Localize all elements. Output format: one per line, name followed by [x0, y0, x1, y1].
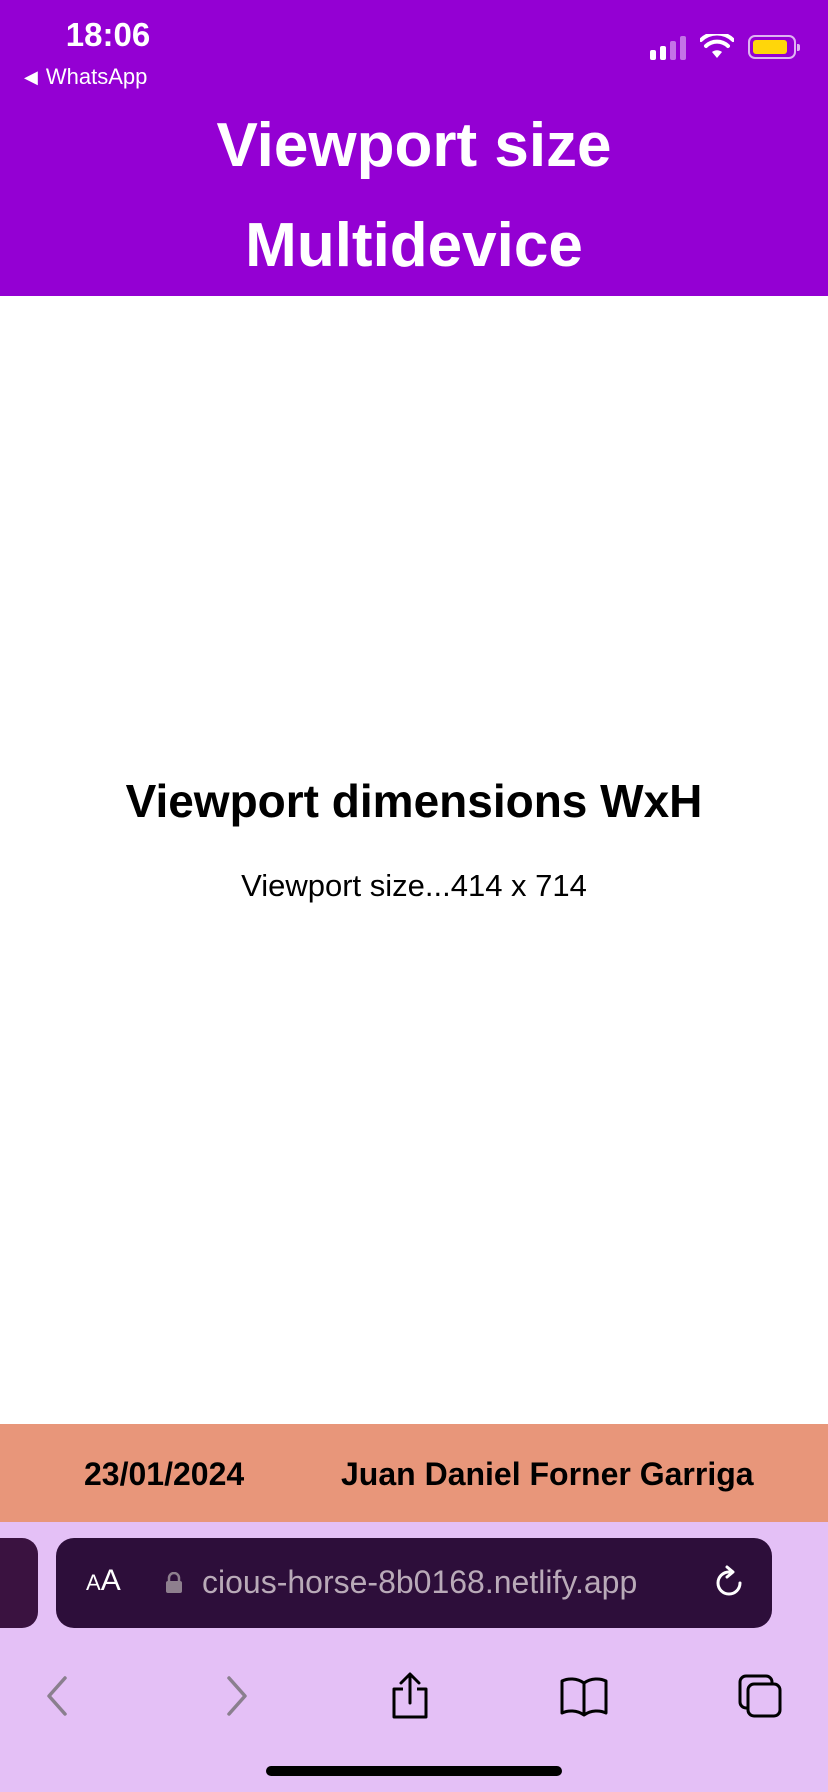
footer-date: 23/01/2024 [84, 1456, 245, 1492]
reader-settings-button[interactable]: AA [86, 1564, 121, 1598]
status-indicators [650, 34, 800, 60]
home-indicator[interactable] [266, 1766, 562, 1776]
wifi-icon [700, 34, 734, 58]
bookmarks-icon [560, 1677, 608, 1717]
bookmarks-button[interactable] [554, 1666, 614, 1726]
page-title-line2: Multidevice [245, 211, 583, 280]
tabs-icon [738, 1674, 782, 1718]
forward-button[interactable] [206, 1666, 266, 1726]
back-button[interactable] [28, 1666, 88, 1726]
main-content: Viewport dimensions WxH Viewport size...… [0, 296, 828, 1424]
reload-icon[interactable] [710, 1564, 748, 1602]
url-text[interactable]: cious-horse-8b0168.netlify.app [202, 1564, 637, 1601]
forward-arrow-icon [227, 1676, 247, 1716]
site-footer: 23/01/2024 Juan Daniel Forner Garriga [0, 1424, 828, 1522]
cellular-signal-icon [650, 34, 686, 60]
address-bar[interactable]: AA cious-horse-8b0168.netlify.app [56, 1538, 772, 1628]
battery-icon [748, 35, 800, 59]
back-arrow-icon [47, 1676, 67, 1716]
status-time: 18:06 [65, 16, 151, 53]
back-to-app-link[interactable]: ◀ WhatsApp [24, 64, 147, 90]
viewport-heading: Viewport dimensions WxH [125, 775, 703, 827]
viewport-size-text: Viewport size...414 x 714 [241, 868, 587, 903]
footer-author: Juan Daniel Forner Garriga [341, 1456, 754, 1492]
browser-toolbar [0, 1652, 828, 1752]
browser-chrome: AA cious-horse-8b0168.netlify.app [0, 1522, 828, 1792]
share-icon [392, 1672, 428, 1719]
page-title-line1: Viewport size [216, 111, 612, 180]
site-header: 18:06 ◀ WhatsApp Viewport size Multidevi… [0, 0, 828, 296]
back-app-label: WhatsApp [45, 64, 148, 89]
previous-tab-stub[interactable] [0, 1538, 38, 1628]
tabs-button[interactable] [730, 1666, 790, 1726]
share-button[interactable] [380, 1666, 440, 1726]
lock-icon [166, 1572, 182, 1593]
back-triangle-icon: ◀ [24, 66, 38, 87]
